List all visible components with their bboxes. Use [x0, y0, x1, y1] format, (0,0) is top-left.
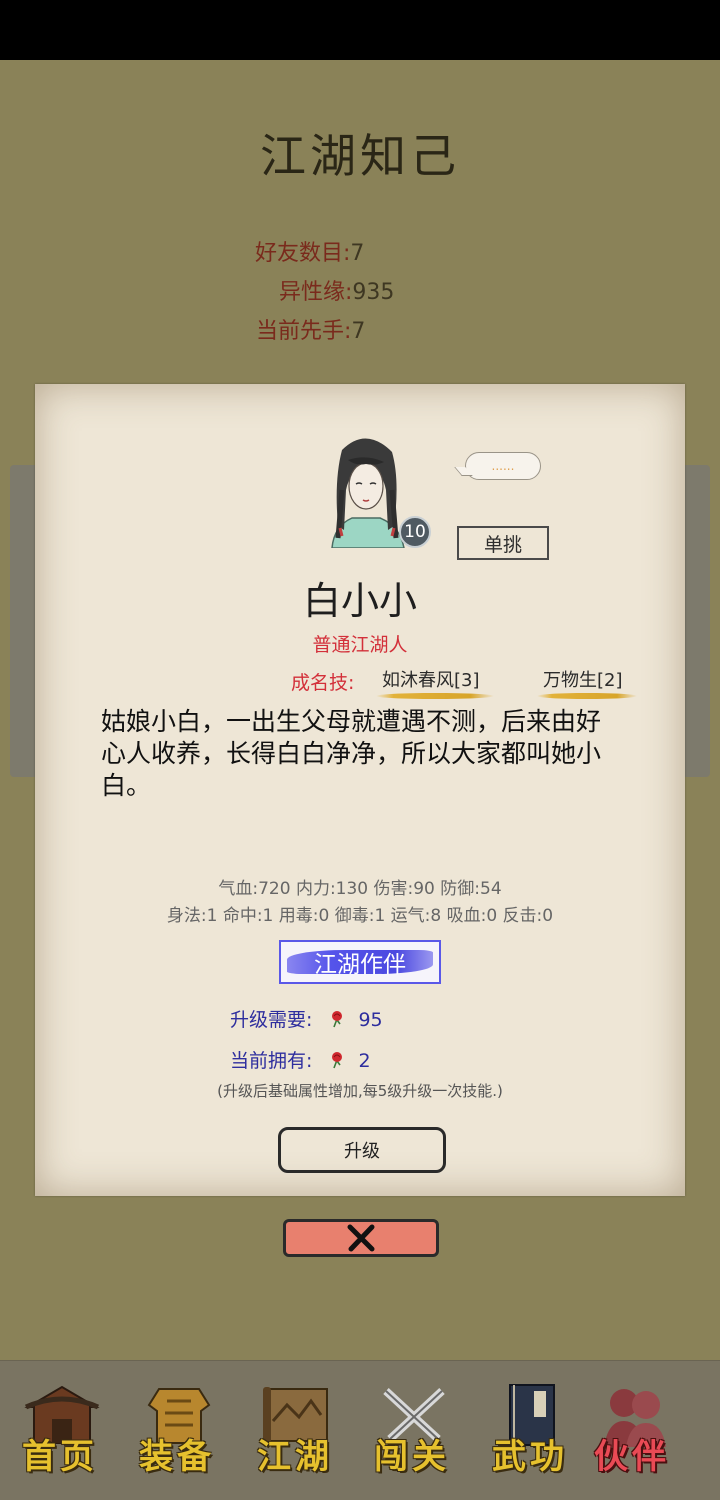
skill-item[interactable]: 如沐春风[3]: [376, 666, 494, 699]
character-description: 姑娘小白，一出生父母就遭遇不测，后来由好心人收养，长得白白净净，所以大家都叫她小…: [101, 707, 602, 800]
background-panel-right: [682, 465, 710, 777]
upgrade-note: (升级后基础属性增加,每5级升级一次技能.): [217, 1082, 503, 1100]
close-button[interactable]: [283, 1219, 439, 1257]
nav-item-partners[interactable]: 伙伴: [582, 1381, 682, 1481]
friends-count: 好友数目:7: [255, 241, 365, 266]
nav-item-jianghu[interactable]: 江湖: [245, 1381, 345, 1481]
level-badge: 10: [399, 516, 431, 548]
upgrade-requirement: 升级需要: 95: [230, 1009, 383, 1031]
affinity-stat: 异性缘:935: [279, 280, 395, 305]
page-title: 江湖知己: [260, 129, 460, 183]
skill-item[interactable]: 万物生[2]: [537, 666, 637, 699]
attributes-primary: 气血:720 内力:130 伤害:90 防御:54: [218, 879, 502, 899]
initiative-stat: 当前先手:7: [256, 319, 366, 344]
skill-underline: [537, 693, 637, 699]
attributes-secondary: 身法:1 命中:1 用毒:0 御毒:1 运气:8 吸血:0 反击:0: [166, 906, 554, 926]
rose-icon: [332, 1011, 343, 1028]
nav-item-equipment[interactable]: 装备: [127, 1381, 227, 1481]
upgrade-button[interactable]: 升级: [278, 1127, 446, 1173]
background-panel-left: [10, 465, 38, 777]
bottom-nav: 首页 装备 江湖 闯关 武功 伙伴: [0, 1360, 720, 1500]
skill-underline: [376, 693, 494, 699]
app-screen: 江湖知己 好友数目:7 异性缘:935 当前先手:7 10 ...... 单挑 …: [0, 60, 720, 1500]
character-name: 白小小: [302, 579, 417, 623]
nav-item-martial-arts[interactable]: 武功: [480, 1381, 580, 1481]
duel-button[interactable]: 单挑: [457, 526, 549, 560]
character-title: 普通江湖人: [312, 634, 408, 656]
partner-detail-card: 10 ...... 单挑 白小小 普通江湖人 成名技: 如沐春风[3] 万物生[…: [35, 384, 685, 1196]
speech-bubble: ......: [465, 452, 541, 480]
nav-item-challenge[interactable]: 闯关: [362, 1381, 462, 1481]
owned-amount: 当前拥有: 2: [230, 1050, 371, 1072]
make-partner-button[interactable]: 江湖作伴: [279, 940, 441, 984]
close-icon: [347, 1224, 375, 1252]
rose-icon: [332, 1052, 343, 1069]
nav-item-home[interactable]: 首页: [10, 1381, 110, 1481]
signature-skills-label: 成名技:: [291, 672, 355, 694]
